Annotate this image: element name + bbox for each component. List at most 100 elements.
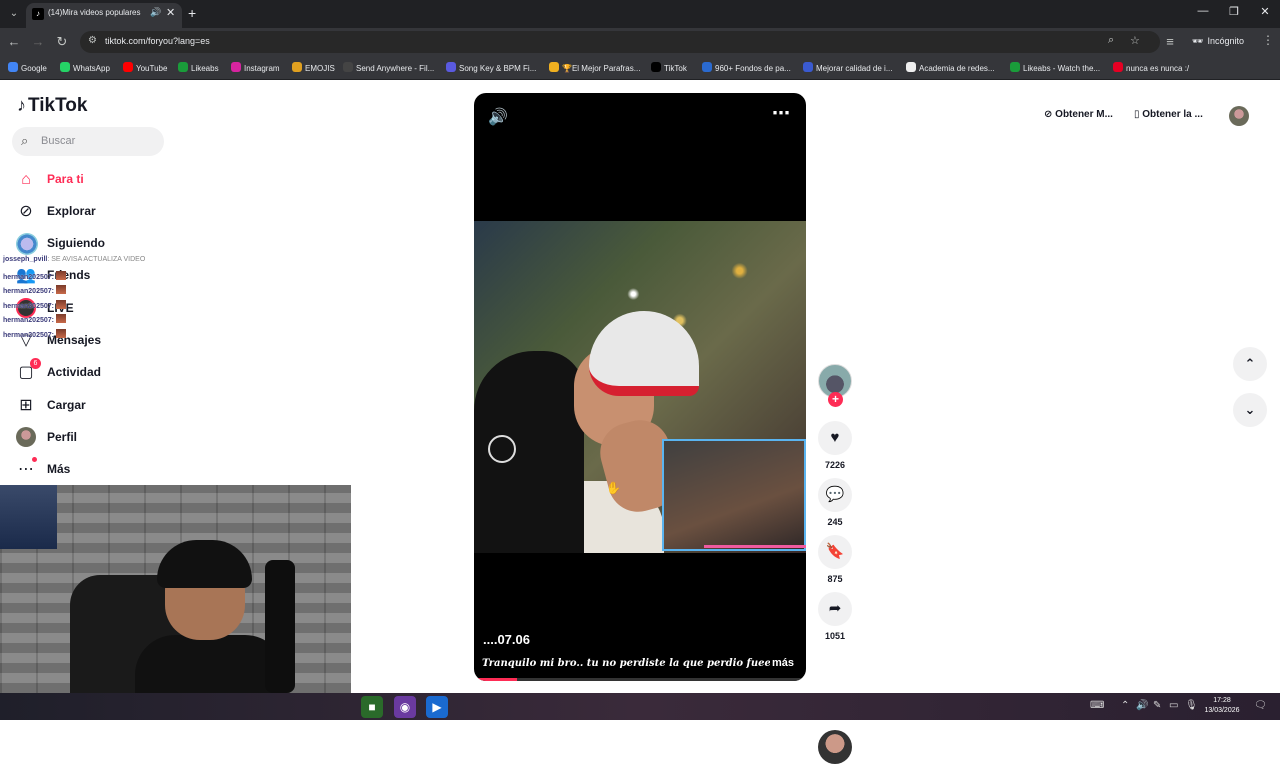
network-icon[interactable]: ▭	[1169, 700, 1178, 711]
discord-app-icon[interactable]: ◉	[394, 696, 416, 718]
new-tab-icon[interactable]: +	[188, 5, 196, 21]
minecraft-app-icon[interactable]: ■	[361, 696, 383, 718]
sidebar-item-perfil[interactable]: Perfil	[16, 427, 176, 449]
incognito-icon: 🕶	[1192, 36, 1204, 46]
stream-chat-overlay: josseph_pvill: SE AVISA ACTUALIZA VIDEO …	[3, 256, 173, 343]
volume-icon[interactable]: 🔊	[488, 107, 508, 127]
bookmark-item[interactable]: EMOJIS	[292, 62, 335, 73]
user-avatar[interactable]	[1229, 106, 1249, 126]
bookmark-label: Send Anywhere - Fil...	[356, 64, 435, 73]
notification-badge: 6	[30, 358, 41, 369]
tray-chevron-up-icon[interactable]: ⌃	[1121, 700, 1129, 711]
sidebar-item-cargar[interactable]: ⊞ Cargar	[16, 395, 176, 417]
bookmark-favicon-icon	[343, 62, 353, 72]
restore-icon[interactable]: ❐	[1227, 5, 1241, 18]
chat-user: herman202507	[3, 288, 52, 295]
notifications-icon[interactable]: 🗨	[1254, 700, 1267, 711]
emote-icon	[55, 328, 66, 338]
get-app-button[interactable]: ▯ Obtener la ...	[1134, 109, 1203, 120]
logo-text: TikTok	[28, 95, 88, 116]
search-input[interactable]: ⌕ Buscar	[12, 127, 164, 156]
tiktok-page: ♪ TikTok ⌕ Buscar ⌂ Para ti ⊘ Explorar Si…	[0, 80, 1280, 764]
mic-icon[interactable]: 🎙	[1185, 700, 1198, 711]
sidebar-item-label: Explorar	[47, 204, 96, 218]
bookmark-label: Academia de redes...	[919, 64, 995, 73]
speaker-icon[interactable]: 🔊	[150, 7, 161, 18]
forward-icon[interactable]: →	[30, 34, 46, 49]
streamer-body	[135, 635, 285, 693]
incognito-label: Incógnito	[1207, 36, 1244, 46]
reading-list-icon[interactable]: ≡	[1162, 34, 1178, 49]
bookmark-favicon-icon	[702, 62, 712, 72]
volume-tray-icon[interactable]: 🔊	[1136, 700, 1148, 711]
bookmark-item[interactable]: Google	[8, 62, 47, 73]
previous-video-chevron-up-icon[interactable]: ⌃	[1233, 347, 1267, 381]
chat-message: herman202507:	[3, 285, 173, 300]
follow-plus-icon[interactable]: +	[828, 392, 843, 407]
media-player-app-icon[interactable]: ▶	[426, 696, 448, 718]
back-icon[interactable]: ←	[6, 34, 22, 49]
bookmark-item[interactable]: YouTube	[123, 62, 167, 73]
bookmark-label: EMOJIS	[305, 64, 335, 73]
chat-text: :	[51, 331, 54, 339]
sidebar-item-siguiendo[interactable]: Siguiendo	[16, 233, 176, 255]
bookmark-item[interactable]: 🏆El Mejor Parafras...	[549, 62, 640, 73]
chat-text: :	[51, 273, 54, 281]
video-player[interactable]: 🔊 ⋯ ✋ ....07.06 Tranquilo mi bro.. tu no…	[474, 93, 806, 681]
sidebar-item-para-ti[interactable]: ⌂ Para ti	[16, 169, 176, 191]
site-info-icon[interactable]: ⚙	[88, 35, 97, 46]
zoom-icon[interactable]: ⌕	[1108, 34, 1114, 47]
bookmark-item[interactable]: Academia de redes...	[906, 62, 995, 73]
caption-more-button[interactable]: más	[772, 657, 794, 669]
bookmark-item[interactable]: Likeabs	[178, 62, 219, 73]
tiktok-logo[interactable]: ♪ TikTok	[17, 95, 87, 117]
bookmark-item[interactable]: Likeabs - Watch the...	[1010, 62, 1100, 73]
bookmark-item[interactable]: TikTok	[651, 62, 687, 73]
bookmark-label: Likeabs	[191, 64, 219, 73]
share-button[interactable]: ➦	[818, 592, 852, 626]
star-icon[interactable]: ☆	[1130, 34, 1140, 47]
sidebar-item-mas[interactable]: ⋯ Más	[16, 457, 176, 481]
video-author[interactable]: ....07.06	[483, 632, 530, 647]
comment-button[interactable]: 💬	[818, 478, 852, 512]
video-frame[interactable]: ✋	[474, 221, 806, 553]
video-progress-bar[interactable]	[474, 678, 806, 681]
save-count: 875	[827, 574, 843, 584]
comment-count: 245	[827, 517, 843, 527]
address-bar[interactable]: ⚙ tiktok.com/foryou?lang=es ⌕ ☆	[80, 31, 1160, 53]
keyboard-icon[interactable]: ⌨	[1090, 700, 1104, 711]
like-button[interactable]: ♥	[818, 421, 852, 455]
bookmark-item[interactable]: WhatsApp	[60, 62, 110, 73]
bookmark-label: Google	[21, 64, 47, 73]
url-text: tiktok.com/foryou?lang=es	[105, 36, 210, 46]
close-window-icon[interactable]: ✕	[1258, 5, 1272, 18]
get-coins-button[interactable]: ⊘ Obtener M...	[1044, 109, 1113, 120]
reload-icon[interactable]: ↻	[54, 34, 70, 50]
sidebar-item-actividad[interactable]: ▢ 6 Actividad	[16, 358, 176, 384]
browser-tab[interactable]: ♪ (14)Mira videos populares 🔊 ✕	[26, 3, 182, 28]
sidebar-item-explorar[interactable]: ⊘ Explorar	[16, 201, 176, 223]
header-actions: ⊘ Obtener M... ▯ Obtener la ...	[1034, 102, 1260, 130]
close-tab-icon[interactable]: ✕	[166, 6, 175, 19]
pen-icon[interactable]: ✎	[1153, 700, 1161, 711]
tiktok-note-icon: ♪	[17, 95, 26, 115]
chat-message: herman202507:	[3, 270, 173, 286]
bookmark-item[interactable]: nunca es nunca :/	[1113, 62, 1189, 73]
browser-menu-icon[interactable]: ⋮	[1262, 33, 1274, 47]
next-video-chevron-down-icon[interactable]: ⌄	[1233, 393, 1267, 427]
watermark-circle	[488, 435, 516, 463]
bookmark-item[interactable]: 960+ Fondos de pa...	[702, 62, 791, 73]
bookmark-favicon-icon	[60, 62, 70, 72]
music-disc-avatar[interactable]	[818, 730, 852, 764]
clock[interactable]: 17:28 13/03/2026	[1202, 696, 1242, 716]
chat-message: josseph_pvill: SE AVISA ACTUALIZA VIDEO	[3, 256, 173, 271]
incognito-indicator[interactable]: 🕶 Incógnito	[1192, 36, 1244, 47]
more-options-icon[interactable]: ⋯	[772, 103, 790, 124]
save-button[interactable]: 🔖	[818, 535, 852, 569]
bookmark-item[interactable]: Song Key & BPM Fi...	[446, 62, 536, 73]
bookmark-item[interactable]: Instagram	[231, 62, 280, 73]
minimize-icon[interactable]: —	[1196, 5, 1210, 17]
tab-search-chevron-icon[interactable]: ⌄	[6, 6, 22, 22]
bookmark-item[interactable]: Mejorar calidad de i...	[803, 62, 892, 73]
bookmark-item[interactable]: Send Anywhere - Fil...	[343, 62, 434, 73]
